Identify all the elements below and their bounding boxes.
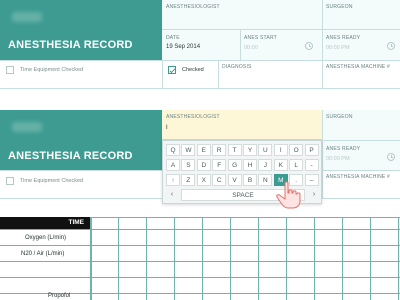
key-b[interactable]: B: [243, 174, 257, 186]
grid-vline: [342, 217, 343, 300]
key-c[interactable]: C: [212, 174, 227, 186]
anes-start-input[interactable]: 00:00: [244, 45, 258, 51]
grid-vline: [202, 217, 203, 300]
checked-label: Checked: [182, 67, 204, 73]
key-u[interactable]: U: [258, 144, 273, 156]
anes-ready-input[interactable]: 00:00 PM: [326, 45, 350, 51]
anes-ready-label-2: ANES READY: [326, 146, 361, 152]
grid-vline: [258, 217, 259, 300]
grid-hline: [0, 261, 400, 262]
key-t[interactable]: T: [227, 144, 242, 156]
grid-hline: [0, 245, 400, 246]
key-symbol[interactable]: –: [304, 174, 319, 186]
grid-vline: [370, 217, 371, 300]
anes-ready-input-2[interactable]: 00:00 PM: [326, 156, 350, 162]
time-header: TIME: [68, 219, 84, 226]
logo-blurred: [12, 122, 42, 132]
grid-vline: [146, 217, 147, 300]
key-x[interactable]: X: [196, 174, 211, 186]
diagnosis-label: DIAGNOSIS: [222, 64, 252, 70]
key-d[interactable]: D: [196, 159, 211, 171]
anes-ready-label: ANES READY: [326, 35, 361, 41]
key-f[interactable]: F: [212, 159, 227, 171]
key-j[interactable]: J: [258, 159, 273, 171]
key-a[interactable]: A: [166, 159, 180, 171]
key-g[interactable]: G: [227, 159, 242, 171]
surgeon-label-2: SURGEON: [326, 114, 353, 120]
anesthesiologist-label: ANESTHESIOLOGIST: [166, 4, 220, 10]
grid-hline: [0, 229, 400, 230]
key-w[interactable]: W: [181, 144, 196, 156]
key-symbol[interactable]: ↑: [166, 174, 180, 186]
time-equipment-label: Time Equipment Checked: [20, 67, 84, 73]
page-title-2: ANESTHESIA RECORD: [8, 150, 133, 162]
key-p[interactable]: P: [304, 144, 319, 156]
row-label-n2o-air: N20 / Air (L/min): [21, 251, 65, 257]
key-k[interactable]: K: [273, 159, 288, 171]
time-equipment-checkbox-2[interactable]: [6, 177, 14, 185]
anesthesiologist-input[interactable]: I: [166, 125, 168, 131]
key-r[interactable]: R: [212, 144, 227, 156]
machine-label-2: ANESTHESIA MACHINE #: [326, 174, 391, 180]
arrow-left-key[interactable]: ‹: [165, 189, 179, 201]
page-title: ANESTHESIA RECORD: [8, 39, 133, 51]
key-n[interactable]: N: [258, 174, 273, 186]
time-equipment-label-2: Time Equipment Checked: [20, 178, 84, 184]
date-value[interactable]: 19 Sep 2014: [166, 44, 200, 50]
time-header-row: TIME: [0, 217, 90, 229]
date-label: DATE: [166, 35, 180, 41]
time-equipment-checkbox[interactable]: [6, 66, 14, 74]
anesthesiologist-label-2: ANESTHESIOLOGIST: [166, 114, 220, 120]
row-label-propofol: Propofol: [48, 293, 71, 299]
anes-start-label: ANES START: [244, 35, 277, 41]
key-symbol[interactable]: -: [304, 159, 319, 171]
logo-blurred: [12, 12, 42, 22]
clock-icon[interactable]: [387, 42, 395, 50]
title-panel: ANESTHESIA RECORD: [0, 0, 162, 60]
key-l[interactable]: L: [289, 159, 304, 171]
clock-icon[interactable]: [305, 42, 313, 50]
title-panel-2: ANESTHESIA RECORD: [0, 110, 162, 170]
arrow-right-key[interactable]: ›: [307, 189, 321, 201]
hand-pointer-icon: [276, 181, 301, 209]
grid-vline: [90, 217, 92, 300]
key-y[interactable]: Y: [243, 144, 257, 156]
key-i[interactable]: I: [273, 144, 288, 156]
grid-vline: [118, 217, 119, 300]
key-o[interactable]: O: [289, 144, 304, 156]
vitals-grid: [0, 217, 400, 300]
key-h[interactable]: H: [243, 159, 257, 171]
grid-vline: [314, 217, 315, 300]
surgeon-label: SURGEON: [326, 4, 353, 10]
row-label-oxygen: Oxygen (L/min): [25, 235, 67, 241]
clock-icon[interactable]: [387, 153, 395, 161]
grid-hline: [0, 277, 400, 278]
grid-vline: [398, 217, 399, 300]
checked-checkbox[interactable]: [168, 66, 176, 74]
key-v[interactable]: V: [227, 174, 242, 186]
grid-vline: [174, 217, 175, 300]
key-s[interactable]: S: [181, 159, 196, 171]
grid-vline: [286, 217, 287, 300]
grid-vline: [230, 217, 231, 300]
key-z[interactable]: Z: [181, 174, 196, 186]
key-q[interactable]: Q: [166, 144, 180, 156]
machine-label: ANESTHESIA MACHINE #: [326, 64, 391, 70]
key-e[interactable]: E: [196, 144, 211, 156]
